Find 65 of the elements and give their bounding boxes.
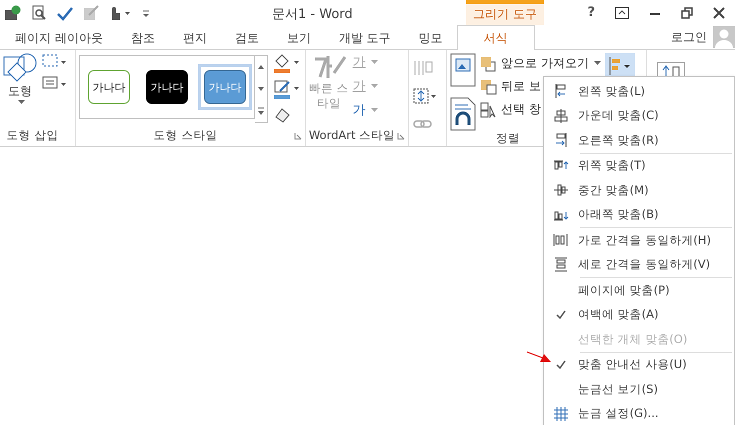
menu-item[interactable]: 눈금 설정(G)...: [544, 402, 734, 425]
menu-item[interactable]: 오른쪽 맞춤(R): [544, 128, 734, 152]
spelling-check-icon[interactable]: [56, 4, 74, 20]
group-label: WordArt 스타일: [308, 128, 396, 144]
menu-item[interactable]: 위쪽 맞춤(T): [544, 154, 734, 178]
shapes-button[interactable]: 도형: [3, 53, 37, 105]
group-label: 도형 삽입: [6, 128, 58, 144]
align-icon: [553, 132, 569, 148]
caret-icon: [18, 100, 24, 105]
dialog-launcher-icon[interactable]: [397, 132, 405, 140]
edit-points-icon[interactable]: [41, 53, 67, 69]
bring-forward-button[interactable]: 앞으로 가져오기: [480, 53, 601, 74]
shape-fill-icon[interactable]: [272, 53, 300, 73]
wrap-text-icon[interactable]: [450, 97, 476, 131]
save-icon[interactable]: [4, 4, 22, 20]
selection-pane-icon: [480, 102, 498, 118]
ribbon-tab[interactable]: 개발 도구: [324, 25, 405, 49]
ribbon-tab[interactable]: 검토: [220, 25, 273, 49]
caret-icon: [594, 61, 601, 66]
dialog-launcher-icon[interactable]: [294, 132, 302, 140]
align-icon: [553, 108, 569, 124]
ribbon-tab[interactable]: 참조: [116, 25, 169, 49]
help-button[interactable]: ?: [587, 5, 595, 20]
text-box-icon[interactable]: [41, 75, 67, 91]
ribbon-tab[interactable]: 보기: [272, 25, 325, 49]
group-label: 정렬: [496, 131, 520, 147]
style-option[interactable]: 가나다: [82, 64, 136, 110]
sign-in-link[interactable]: 로그인: [671, 28, 707, 46]
close-icon[interactable]: [713, 6, 725, 18]
ribbon-tab[interactable]: 서식: [456, 25, 535, 50]
annotation-arrow: [526, 350, 552, 364]
group-label: 도형 스타일: [154, 128, 218, 144]
menu-item[interactable]: 아래쪽 맞춤(B): [544, 202, 734, 227]
menu-item[interactable]: 세로 간격을 동일하게(V): [544, 252, 734, 277]
distribute-icon: [553, 232, 569, 248]
position-icon[interactable]: [450, 53, 476, 87]
menu-item[interactable]: 중간 맞춤(M): [544, 178, 734, 202]
menu-item[interactable]: 페이지에 맞춤(P): [544, 278, 734, 302]
valign-icon: [553, 182, 569, 198]
print-preview-icon[interactable]: [31, 4, 47, 20]
ribbon-tab[interactable]: 페이지 레이아웃: [8, 25, 117, 49]
context-tab-header: 그리기 도구: [466, 0, 544, 25]
text-format-button[interactable]: 가: [352, 101, 366, 119]
send-backward-icon: [480, 78, 498, 94]
menu-item[interactable]: 가운데 맞춤(C): [544, 104, 734, 128]
ribbon-tab[interactable]: 편지: [168, 25, 221, 49]
menu-item[interactable]: 왼쪽 맞춤(L): [544, 79, 734, 104]
menu-item[interactable]: 맞춤 안내선 사용(U): [544, 352, 734, 377]
shape-outline-icon[interactable]: [272, 79, 300, 99]
menu-item[interactable]: 눈금선 보기(S): [544, 377, 734, 402]
style-sample: 가나다: [204, 70, 246, 104]
align-text-icon[interactable]: [412, 87, 438, 105]
shapes-icon: [3, 53, 37, 83]
grid-icon: [553, 406, 569, 422]
style-sample: 가나다: [88, 70, 130, 104]
bring-forward-icon: [480, 56, 498, 72]
menu-item[interactable]: 가로 간격을 동일하게(H): [544, 228, 734, 252]
distribute-icon: [553, 256, 569, 273]
window-title: 문서1 - Word: [272, 6, 353, 23]
menu-item[interactable]: 여백에 맞춤(A): [544, 302, 734, 327]
style-sample: 가나다: [146, 70, 188, 104]
style-option[interactable]: 가나다: [140, 64, 194, 110]
ribbon-display-icon[interactable]: [615, 6, 629, 18]
restore-icon[interactable]: [681, 6, 693, 18]
ribbon-tab[interactable]: 밍모: [404, 25, 457, 49]
